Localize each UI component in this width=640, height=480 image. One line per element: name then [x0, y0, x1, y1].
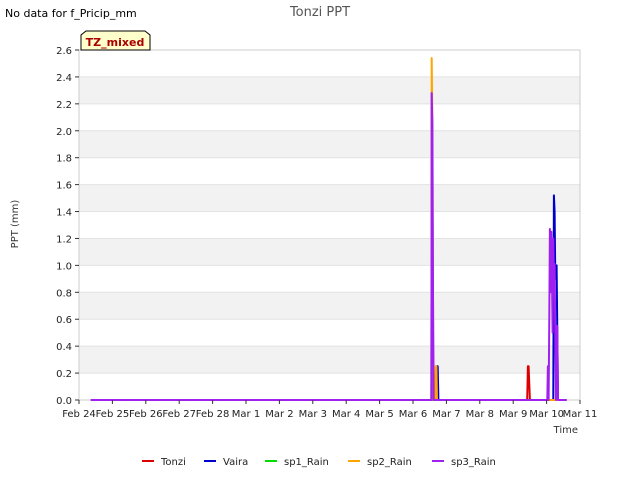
y-tick-label: 2.0 — [56, 127, 72, 138]
x-tick-label: Feb 27 — [162, 409, 196, 420]
x-tick-label: Mar 6 — [399, 409, 427, 420]
x-tick-label: Feb 26 — [129, 409, 163, 420]
y-tick-label: 2.2 — [56, 100, 72, 111]
legend-label: sp3_Rain — [451, 457, 496, 468]
y-tick-label: 1.0 — [56, 261, 72, 272]
grid-band — [79, 157, 580, 185]
grid-band — [79, 265, 580, 293]
y-tick-label: 1.2 — [56, 234, 72, 245]
y-tick-label: 1.8 — [56, 154, 72, 165]
x-tick-label: Mar 2 — [265, 409, 293, 420]
legend-label: sp2_Rain — [367, 457, 412, 468]
x-tick-label: Mar 5 — [365, 409, 393, 420]
grid-band — [79, 238, 580, 266]
x-tick-label: Mar 9 — [499, 409, 527, 420]
x-tick-label: Feb 24 — [62, 409, 96, 420]
chart: Feb 24 Feb 25 Feb 26 Feb 27 Feb 28 Mar 1 Mar 2… — [10, 5, 597, 468]
grid-band — [79, 184, 580, 212]
grid-band — [79, 211, 580, 239]
y-tick-label: 0.0 — [56, 396, 72, 407]
x-tick-label: Mar 4 — [332, 409, 360, 420]
legend-label: Vaira — [223, 457, 248, 468]
grid-bands — [79, 50, 580, 400]
y-tick-label: 2.6 — [56, 46, 72, 57]
grid-band — [79, 346, 580, 374]
y-axis-label: PPT (mm) — [10, 200, 21, 249]
grid-band — [79, 373, 580, 400]
x-axis-label: Time — [553, 425, 578, 436]
x-tick-label: Mar 7 — [432, 409, 460, 420]
legend-label: sp1_Rain — [284, 457, 329, 468]
grid-band — [79, 292, 580, 320]
x-tick-label: Mar 3 — [299, 409, 327, 420]
grid-band — [79, 103, 580, 131]
grid-band — [79, 130, 580, 158]
grid-band — [79, 76, 580, 104]
legend-label: Tonzi — [160, 457, 186, 468]
y-tick-label: 1.4 — [56, 208, 72, 219]
x-tick-label: Feb 28 — [196, 409, 230, 420]
y-tick-label: 0.8 — [56, 288, 72, 299]
site-badge: TZ_mixed — [80, 30, 151, 51]
grid-band — [79, 319, 580, 347]
chart-title: Tonzi PPT — [289, 5, 350, 20]
y-tick-label: 0.4 — [56, 342, 72, 353]
x-tick-label: Mar 10 — [529, 409, 564, 420]
x-tick-label: Mar 8 — [466, 409, 494, 420]
y-tick-label: 0.6 — [56, 315, 72, 326]
site-badge-label: TZ_mixed — [86, 36, 145, 49]
grid-band — [79, 50, 580, 77]
x-axis: Feb 24 Feb 25 Feb 26 Feb 27 Feb 28 Mar 1 Mar 2… — [62, 400, 597, 420]
legend: Tonzi Vaira sp1_Rain sp2_Rain sp3_Rain — [142, 457, 496, 468]
y-tick-label: 1.6 — [56, 181, 72, 192]
y-tick-label: 0.2 — [56, 369, 72, 380]
x-tick-label: Mar 11 — [563, 409, 598, 420]
x-tick-label: Mar 1 — [232, 409, 260, 420]
x-tick-label: Feb 25 — [96, 409, 130, 420]
y-tick-label: 2.4 — [56, 73, 72, 84]
y-axis: 0.0 0.2 0.4 0.6 0.8 1.0 1.2 1.4 1.6 1.8 2.0 2.2 2.4 2… — [56, 46, 79, 407]
